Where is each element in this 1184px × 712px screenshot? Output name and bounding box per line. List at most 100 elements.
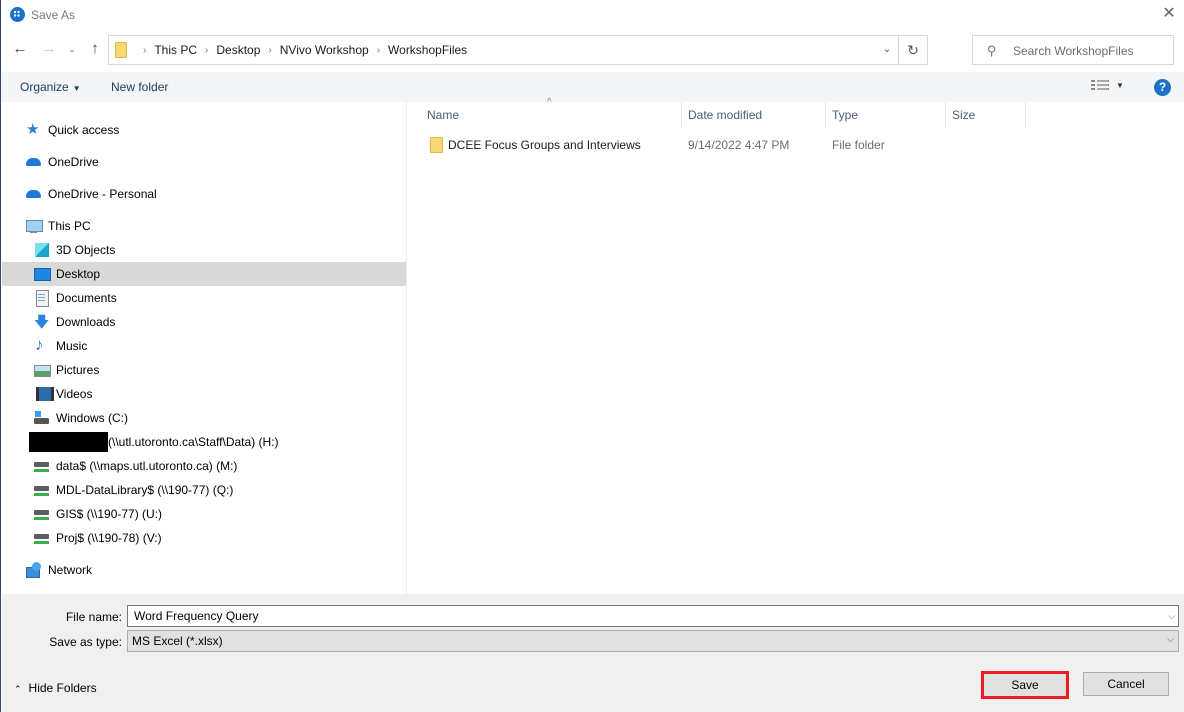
file-name-label: File name: (65, 610, 122, 624)
search-placeholder: Search WorkshopFiles (1013, 44, 1134, 58)
cancel-button[interactable]: Cancel (1083, 672, 1169, 696)
save-as-type-value: MS Excel (*.xlsx) (132, 634, 223, 648)
sidebar-item-h-drive[interactable]: (\\utl.utoronto.ca\Staff\Data) (H:) (2, 430, 406, 454)
sidebar-item-m-drive[interactable]: data$ (\\maps.utl.utoronto.ca) (M:) (2, 454, 406, 478)
file-name: DCEE Focus Groups and Interviews (448, 138, 641, 152)
save-as-type-label: Save as type: (49, 635, 122, 649)
sidebar-item-q-drive[interactable]: MDL-DataLibrary$ (\\190-77) (Q:) (2, 478, 406, 502)
column-header-type[interactable]: Type (826, 102, 946, 128)
file-name-dropdown-icon[interactable]: ⌵ (1168, 611, 1175, 622)
chevron-right-icon[interactable]: › (205, 45, 208, 56)
film-icon (34, 386, 54, 402)
sidebar-item-music[interactable]: Music (2, 334, 406, 358)
sidebar-item-label: Quick access (48, 123, 120, 137)
sidebar-item-v-drive[interactable]: Proj$ (\\190-78) (V:) (2, 526, 406, 550)
new-folder-button[interactable]: New folder (111, 80, 168, 94)
view-options-icon[interactable] (1091, 80, 1109, 92)
column-header-label: Name (427, 108, 460, 122)
column-header-name[interactable]: ^ Name (408, 98, 682, 128)
sidebar-item-label: data$ (\\maps.utl.utoronto.ca) (M:) (56, 459, 238, 473)
app-icon (10, 7, 25, 22)
download-arrow-icon (34, 312, 50, 337)
save-as-type-select[interactable]: MS Excel (*.xlsx) ⌵ (127, 630, 1179, 652)
search-icon: ⚲ (987, 43, 997, 58)
chevron-right-icon[interactable]: › (143, 45, 146, 56)
desktop-icon (34, 266, 51, 282)
save-button[interactable]: Save (981, 671, 1069, 699)
chevron-right-icon[interactable]: › (377, 45, 380, 56)
column-header-date-modified[interactable]: Date modified (682, 102, 826, 128)
picture-icon (34, 362, 51, 378)
forward-arrow-icon[interactable]: → (39, 40, 59, 57)
music-note-icon (34, 335, 50, 355)
sidebar-item-network[interactable]: Network (2, 558, 406, 582)
hide-folders-button[interactable]: ⌃ Hide Folders (14, 681, 97, 695)
network-drive-icon (34, 482, 50, 498)
save-as-dialog: Save As ✕ ← → ⌄ ↑ › This PC › Desktop › … (0, 0, 1184, 712)
back-arrow-icon[interactable]: ← (10, 40, 30, 57)
chevron-right-icon[interactable]: › (268, 45, 271, 56)
sidebar-item-label: This PC (48, 219, 91, 233)
sidebar-item-u-drive[interactable]: GIS$ (\\190-77) (U:) (2, 502, 406, 526)
navigation-pane: Quick access OneDrive OneDrive - Persona… (2, 102, 407, 594)
view-options-caret-icon[interactable]: ▼ (1116, 81, 1124, 90)
sidebar-item-label: Downloads (56, 315, 116, 329)
breadcrumb-desktop[interactable]: Desktop (216, 43, 260, 57)
file-type: File folder (832, 138, 885, 152)
sidebar-item-label: GIS$ (\\190-77) (U:) (56, 507, 163, 521)
sidebar-item-this-pc[interactable]: This PC (2, 214, 406, 238)
sidebar-item-3d-objects[interactable]: 3D Objects (2, 238, 406, 262)
cloud-icon (26, 154, 42, 170)
sidebar-item-label: Desktop (56, 267, 101, 281)
up-arrow-icon[interactable]: ↑ (85, 40, 105, 57)
organize-button[interactable]: Organize ▼ (20, 80, 81, 94)
folder-icon (115, 42, 127, 58)
address-bar[interactable]: › This PC › Desktop › NVivo Workshop › W… (108, 35, 928, 65)
network-drive-icon (34, 530, 50, 546)
column-header-size[interactable]: Size (946, 102, 1026, 128)
sidebar-item-downloads[interactable]: Downloads (2, 310, 406, 337)
breadcrumb-workshopfiles[interactable]: WorkshopFiles (388, 43, 467, 57)
sidebar-item-onedrive[interactable]: OneDrive (2, 150, 406, 174)
sidebar-item-pictures[interactable]: Pictures (2, 358, 406, 382)
chevron-down-icon[interactable]: ⌄ (873, 36, 901, 64)
sidebar-item-label: 3D Objects (56, 243, 116, 257)
sidebar-item-label: MDL-DataLibrary$ (\\190-77) (Q:) (56, 483, 234, 497)
refresh-icon[interactable]: ↻ (898, 35, 928, 65)
file-name-input[interactable] (127, 605, 1179, 627)
organize-label: Organize (20, 80, 69, 94)
sidebar-item-videos[interactable]: Videos (2, 382, 406, 406)
sort-ascending-icon: ^ (547, 97, 552, 108)
recent-locations-chevron-icon[interactable]: ⌄ (65, 44, 79, 55)
search-input[interactable]: ⚲ Search WorkshopFiles (972, 35, 1174, 65)
document-icon (34, 290, 50, 307)
title-bar: Save As ✕ (1, 0, 1184, 30)
sidebar-item-label: (\\utl.utoronto.ca\Staff\Data) (H:) (108, 435, 279, 449)
navigation-bar: ← → ⌄ ↑ › This PC › Desktop › NVivo Work… (1, 34, 1184, 66)
caret-down-icon: ▼ (72, 84, 81, 93)
chevron-up-icon: ⌃ (14, 684, 22, 694)
network-drive-icon (34, 458, 50, 474)
sidebar-item-windows-c[interactable]: Windows (C:) (2, 406, 406, 430)
cube-icon (34, 242, 50, 258)
breadcrumb-this-pc[interactable]: This PC (154, 43, 197, 57)
redacted-block (29, 432, 108, 452)
folder-icon (430, 137, 443, 153)
network-icon (26, 562, 42, 578)
drive-icon (34, 410, 50, 426)
sidebar-item-label: Windows (C:) (56, 411, 129, 425)
close-button[interactable]: ✕ (1154, 0, 1184, 30)
sidebar-item-label: Network (48, 563, 93, 577)
sidebar-item-quick-access[interactable]: Quick access (2, 118, 406, 142)
file-row[interactable]: DCEE Focus Groups and Interviews 9/14/20… (408, 134, 1026, 156)
breadcrumb-nvivo-workshop[interactable]: NVivo Workshop (280, 43, 369, 57)
sidebar-item-label: Music (56, 339, 88, 353)
hide-folders-label: Hide Folders (28, 681, 97, 695)
help-icon[interactable]: ? (1154, 79, 1171, 96)
file-list: ^ Name Date modified Type Size DCEE Focu… (408, 98, 1184, 594)
network-drive-icon (34, 506, 50, 522)
sidebar-item-documents[interactable]: Documents (2, 286, 406, 310)
star-icon (26, 120, 42, 138)
sidebar-item-onedrive-personal[interactable]: OneDrive - Personal (2, 182, 406, 206)
sidebar-item-desktop[interactable]: Desktop (2, 262, 406, 286)
